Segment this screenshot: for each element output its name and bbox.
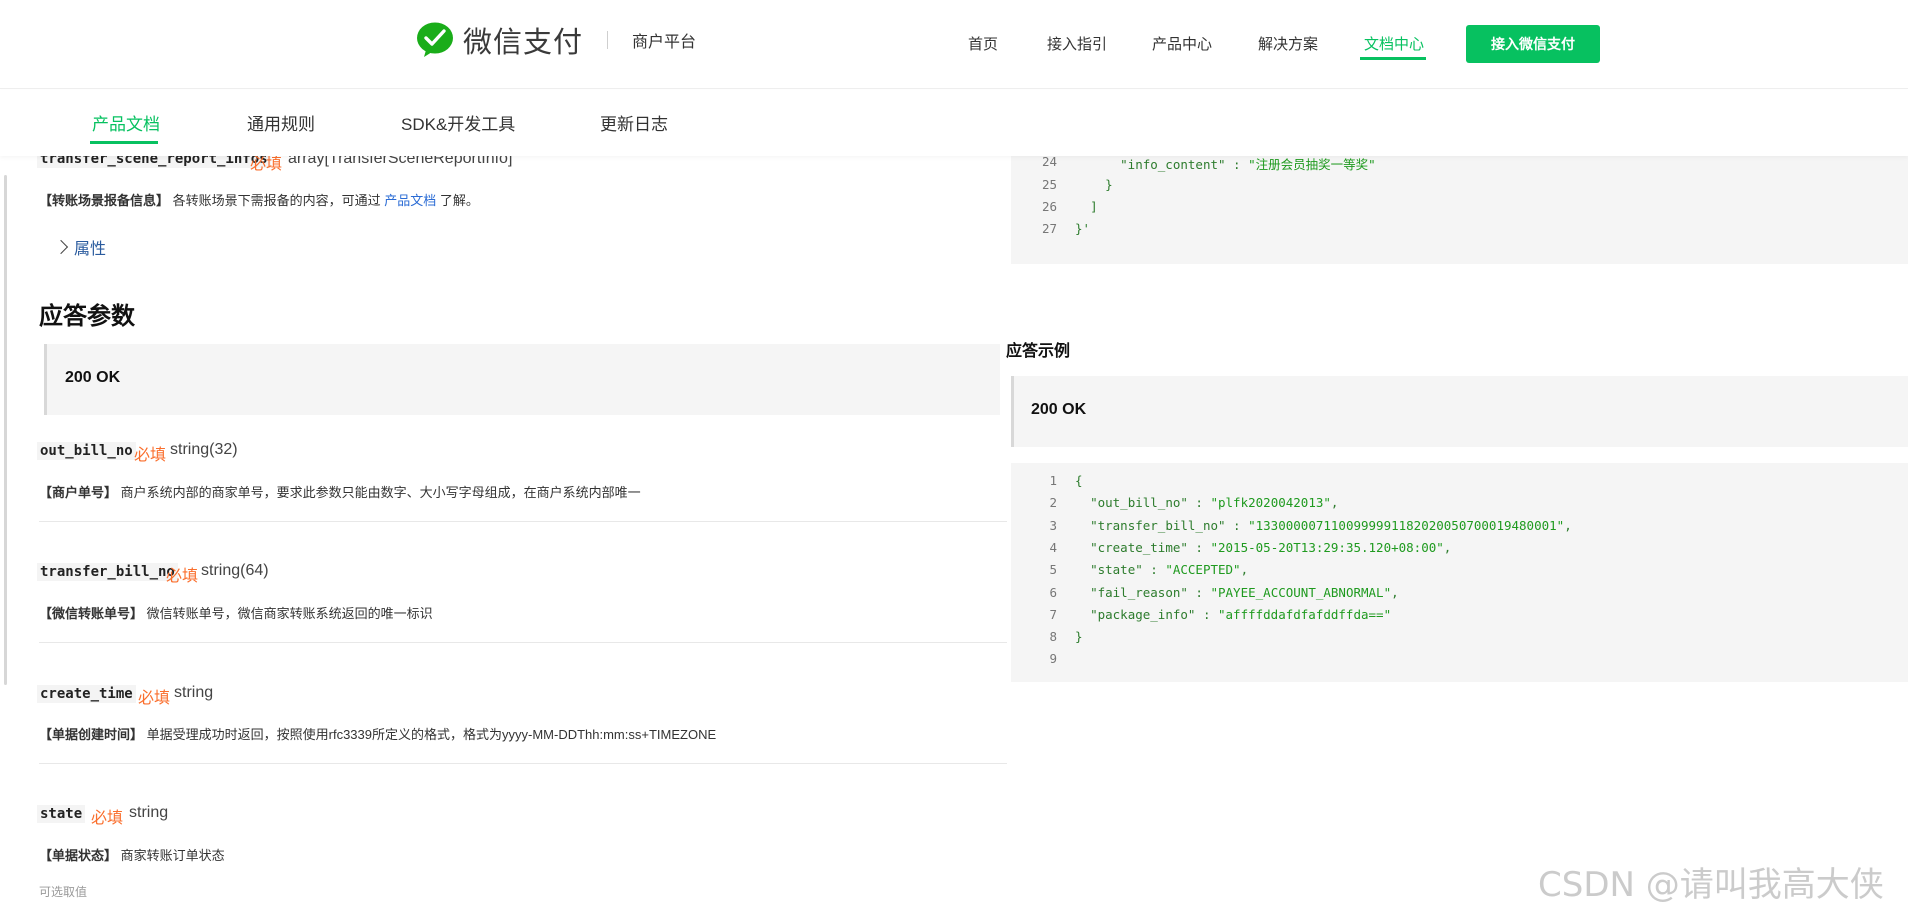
line-number: 9 — [1049, 651, 1057, 667]
doc-subnav: 产品文档 通用规则 SDK&开发工具 更新日志 — [0, 90, 1908, 156]
param-description: 【单据状态】 商家转账订单状态 — [39, 845, 225, 864]
line-number: 25 — [1041, 176, 1057, 192]
desc-label: 【单据状态】 — [39, 848, 118, 863]
param-name: transfer_bill_no — [37, 563, 178, 581]
param-type: string(32) — [170, 441, 238, 458]
product-docs-link[interactable]: 产品文档 — [384, 193, 436, 208]
desc-text: 微信转账单号，微信商家转账系统返回的唯一标识 — [146, 606, 433, 621]
status-code: 200 OK — [65, 369, 121, 386]
param-type: string(64) — [201, 562, 269, 579]
line-number: 5 — [1049, 562, 1057, 578]
required-tag: 必填 — [91, 810, 124, 827]
join-wechat-pay-button[interactable]: 接入微信支付 — [1466, 25, 1600, 63]
tab-general-rules[interactable]: 通用规则 — [247, 110, 315, 135]
code-text: "fail_reason" : "PAYEE_ACCOUNT_ABNORMAL"… — [1090, 584, 1399, 600]
attributes-label: 属性 — [74, 241, 107, 258]
line-number: 6 — [1049, 584, 1057, 600]
code-text: "transfer_bill_no" : "133000007110099999… — [1090, 517, 1572, 533]
desc-after: 了解。 — [439, 193, 479, 208]
desc-label: 【微信转账单号】 — [39, 606, 144, 621]
param-type: string — [174, 684, 214, 701]
tab-sdk-tools[interactable]: SDK&开发工具 — [401, 110, 515, 135]
desc-label: 【转账场景报备信息】 — [39, 193, 170, 208]
code-text: ] — [1090, 198, 1098, 214]
optional-values-label: 可选取值 — [39, 885, 88, 899]
line-number: 26 — [1041, 198, 1057, 214]
nav-active-underline — [1360, 57, 1426, 60]
param-type: string — [129, 804, 169, 821]
tab-product-docs[interactable]: 产品文档 — [92, 110, 160, 135]
nav-item-guide[interactable]: 接入指引 — [1047, 33, 1107, 54]
chevron-right-icon — [53, 239, 69, 255]
desc-text: 各转账场景下需报备的内容，可通过 — [172, 193, 381, 208]
desc-text: 商户系统内部的商家单号，要求此参数只能由数字、大小写字母组成，在商户系统内部唯一 — [120, 485, 641, 500]
top-header: 微信支付 商户平台 首页 接入指引 产品中心 解决方案 文档中心 接入微信支付 — [0, 0, 1908, 89]
line-number: 2 — [1049, 495, 1057, 511]
response-example-title: 应答示例 — [1006, 343, 1071, 360]
code-text: } — [1105, 176, 1113, 192]
required-tag: 必填 — [138, 690, 171, 707]
response-example-status: 200 OK — [1011, 376, 1908, 447]
divider — [39, 763, 1007, 764]
subnav-active-underline — [90, 141, 158, 144]
line-number: 24 — [1041, 154, 1057, 170]
param-description: 【商户单号】 商户系统内部的商家单号，要求此参数只能由数字、大小写字母组成，在商… — [39, 482, 641, 501]
line-number: 7 — [1049, 606, 1057, 622]
wechat-pay-logo-icon — [417, 22, 453, 57]
param-description: 【单据创建时间】 单据受理成功时返回，按照使用rfc3339所定义的格式，格式为… — [39, 724, 716, 743]
line-number: 27 — [1041, 221, 1057, 237]
request-code-block[interactable]: 23 "info_type" : "奖励说明",24 "info_content… — [1011, 132, 1908, 264]
section-title: 应答参数 — [39, 303, 135, 330]
code-text: } — [1075, 629, 1083, 645]
code-text: "state" : "ACCEPTED", — [1090, 562, 1249, 578]
attributes-toggle[interactable]: 属性 — [53, 235, 107, 259]
param-description: 【转账场景报备信息】 各转账场景下需报备的内容，可通过 产品文档 了解。 — [39, 190, 479, 209]
logo-subtitle: 商户平台 — [632, 34, 697, 51]
left-scrollbar[interactable] — [4, 175, 7, 685]
desc-text: 单据受理成功时返回，按照使用rfc3339所定义的格式，格式为yyyy-MM-D… — [146, 727, 717, 742]
line-number: 1 — [1049, 473, 1057, 488]
nav-item-docs[interactable]: 文档中心 — [1364, 33, 1424, 54]
code-text: "package_info" : "affffddafdfafddffda==" — [1090, 606, 1392, 622]
divider — [39, 521, 1007, 522]
line-number: 8 — [1049, 629, 1057, 645]
line-number: 3 — [1049, 517, 1057, 533]
desc-text: 商家转账订单状态 — [120, 848, 225, 863]
required-tag: 必填 — [134, 447, 167, 464]
desc-label: 【商户单号】 — [39, 485, 118, 500]
response-code-block[interactable]: 1 {2 "out_bill_no" : "plfk2020042013", 3 "… — [1011, 463, 1908, 682]
divider — [39, 642, 1007, 643]
param-description: 【微信转账单号】 微信转账单号，微信商家转账系统返回的唯一标识 — [39, 603, 433, 622]
required-tag: 必填 — [166, 568, 199, 585]
param-name: out_bill_no — [37, 442, 136, 460]
code-text: }' — [1075, 221, 1091, 237]
csdn-watermark: CSDN @请叫我高大侠 — [1538, 865, 1884, 905]
response-status-box: 200 OK — [44, 344, 1000, 415]
code-text: "out_bill_no" : "plfk2020042013", — [1090, 495, 1339, 511]
nav-item-products[interactable]: 产品中心 — [1152, 33, 1212, 54]
param-name: state — [37, 805, 86, 823]
code-text: "info_content" : "注册会员抽奖一等奖" — [1120, 157, 1376, 173]
param-name: create_time — [37, 685, 136, 703]
line-number: 4 — [1049, 539, 1057, 555]
status-code: 200 OK — [1031, 401, 1087, 418]
code-text: { — [1075, 473, 1083, 488]
logo-text: 微信支付 — [463, 25, 584, 59]
desc-label: 【单据创建时间】 — [39, 727, 144, 742]
wechat-pay-logo[interactable]: 微信支付 商户平台 — [415, 20, 696, 60]
nav-item-solutions[interactable]: 解决方案 — [1258, 33, 1318, 54]
nav-item-home[interactable]: 首页 — [968, 33, 998, 54]
tab-changelog[interactable]: 更新日志 — [600, 110, 668, 135]
logo-separator — [607, 31, 609, 49]
code-text: "create_time" : "2015-05-20T13:29:35.120… — [1090, 539, 1452, 555]
